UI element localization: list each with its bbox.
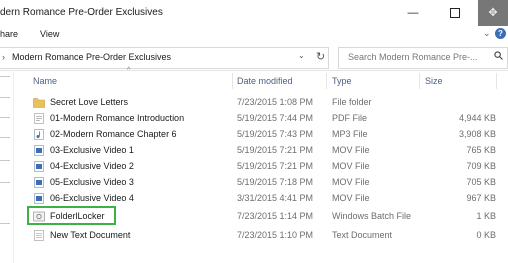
- file-date: 7/23/2015 1:10 PM: [237, 230, 314, 240]
- nav-divider: [0, 223, 10, 232]
- list-item[interactable]: 03-Exclusive Video 1 5/19/2015 7:21 PM M…: [26, 143, 496, 159]
- video-file-icon: [34, 145, 44, 156]
- file-type: MP3 File: [332, 129, 368, 139]
- file-date: 5/19/2015 7:18 PM: [237, 177, 314, 187]
- file-size: 1 KB: [476, 211, 496, 221]
- nav-divider: [0, 76, 10, 85]
- file-size: 709 KB: [466, 161, 496, 171]
- video-file-icon: [34, 161, 44, 172]
- navigation-pane[interactable]: [0, 71, 14, 263]
- list-item[interactable]: 02-Modern Romance Chapter 6 5/19/2015 7:…: [26, 127, 496, 143]
- file-size: 765 KB: [466, 145, 496, 155]
- ribbon-tabs: hare View ⌄ ?: [0, 26, 508, 44]
- column-header-name[interactable]: Name: [33, 76, 57, 86]
- nav-divider: [0, 182, 10, 191]
- file-name: 01-Modern Romance Introduction: [50, 113, 185, 123]
- breadcrumb[interactable]: Modern Romance Pre-Order Exclusives: [12, 52, 171, 62]
- file-date: 5/19/2015 7:21 PM: [237, 145, 314, 155]
- help-icon[interactable]: ?: [495, 28, 506, 39]
- file-size: 3,908 KB: [458, 129, 496, 139]
- list-item[interactable]: 04-Exclusive Video 2 5/19/2015 7:21 PM M…: [26, 159, 496, 175]
- file-name: 03-Exclusive Video 1: [50, 145, 134, 155]
- video-file-icon: [34, 193, 44, 204]
- file-size: 4,944 KB: [458, 113, 496, 123]
- file-date: 5/19/2015 7:21 PM: [237, 161, 314, 171]
- column-divider[interactable]: [326, 73, 327, 89]
- breadcrumb-chevron-icon[interactable]: ›: [2, 52, 5, 62]
- nav-divider: [0, 137, 10, 146]
- column-divider[interactable]: [232, 73, 233, 89]
- pdf-file-icon: [34, 113, 44, 124]
- text-file-icon: [34, 230, 44, 241]
- search-icon: [494, 51, 503, 60]
- highlight-box: [27, 206, 116, 225]
- file-type: MOV File: [332, 193, 370, 203]
- file-type: MOV File: [332, 161, 370, 171]
- list-item[interactable]: Secret Love Letters 7/23/2015 1:08 PM Fi…: [26, 95, 496, 111]
- column-divider[interactable]: [496, 73, 497, 89]
- audio-file-icon: [34, 129, 44, 140]
- file-date: 7/23/2015 1:08 PM: [237, 97, 314, 107]
- address-row: › Modern Romance Pre-Order Exclusives ⌄ …: [0, 46, 508, 71]
- list-item[interactable]: 06-Exclusive Video 4 3/31/2015 4:41 PM M…: [26, 191, 496, 207]
- file-name: 04-Exclusive Video 2: [50, 161, 134, 171]
- video-file-icon: [34, 177, 44, 188]
- refresh-icon[interactable]: ↻: [316, 50, 325, 63]
- file-date: 3/31/2015 4:41 PM: [237, 193, 314, 203]
- column-divider[interactable]: [419, 73, 420, 89]
- column-header-type[interactable]: Type: [332, 76, 352, 86]
- move-cursor-icon[interactable]: ✥: [478, 0, 508, 26]
- file-size: 705 KB: [466, 177, 496, 187]
- file-date: 5/19/2015 7:43 PM: [237, 129, 314, 139]
- file-name: 02-Modern Romance Chapter 6: [50, 129, 177, 139]
- file-type: MOV File: [332, 145, 370, 155]
- column-header-size[interactable]: Size: [425, 76, 443, 86]
- file-name: Secret Love Letters: [50, 97, 129, 107]
- file-name: 06-Exclusive Video 4: [50, 193, 134, 203]
- chevron-down-icon[interactable]: ⌄: [483, 28, 491, 39]
- address-bar[interactable]: › Modern Romance Pre-Order Exclusives ⌄ …: [0, 47, 329, 69]
- nav-divider: [0, 97, 10, 106]
- file-type: Text Document: [332, 230, 393, 240]
- search-placeholder: Search Modern Romance Pre-...: [348, 52, 478, 62]
- file-name: New Text Document: [50, 230, 131, 240]
- tab-share[interactable]: hare: [0, 29, 18, 39]
- file-name: 05-Exclusive Video 3: [50, 177, 134, 187]
- list-item[interactable]: New Text Document 7/23/2015 1:10 PM Text…: [26, 228, 496, 244]
- maximize-icon: [450, 8, 460, 19]
- file-type: Windows Batch File: [332, 211, 412, 221]
- column-headers: Name Date modified Type Size: [26, 71, 508, 91]
- minimize-button[interactable]: —: [398, 0, 428, 26]
- file-date: 5/19/2015 7:44 PM: [237, 113, 314, 123]
- title-bar: dern Romance Pre-Order Exclusives — ✥: [0, 0, 508, 26]
- chevron-down-icon[interactable]: ⌄: [298, 51, 305, 60]
- maximize-button[interactable]: [440, 0, 470, 26]
- nav-divider: [0, 160, 10, 169]
- tab-view[interactable]: View: [40, 29, 59, 39]
- column-header-date[interactable]: Date modified: [237, 76, 293, 86]
- nav-divider: [0, 117, 10, 126]
- folder-icon: [33, 98, 45, 108]
- file-size: 0 KB: [476, 230, 496, 240]
- file-type: MOV File: [332, 177, 370, 187]
- search-input[interactable]: Search Modern Romance Pre-...: [338, 47, 508, 69]
- list-item[interactable]: 05-Exclusive Video 3 5/19/2015 7:18 PM M…: [26, 175, 496, 191]
- file-type: File folder: [332, 97, 372, 107]
- file-type: PDF File: [332, 113, 368, 123]
- file-size: 967 KB: [466, 193, 496, 203]
- list-item[interactable]: 01-Modern Romance Introduction 5/19/2015…: [26, 111, 496, 127]
- window-title: dern Romance Pre-Order Exclusives: [0, 7, 163, 18]
- file-date: 7/23/2015 1:14 PM: [237, 211, 314, 221]
